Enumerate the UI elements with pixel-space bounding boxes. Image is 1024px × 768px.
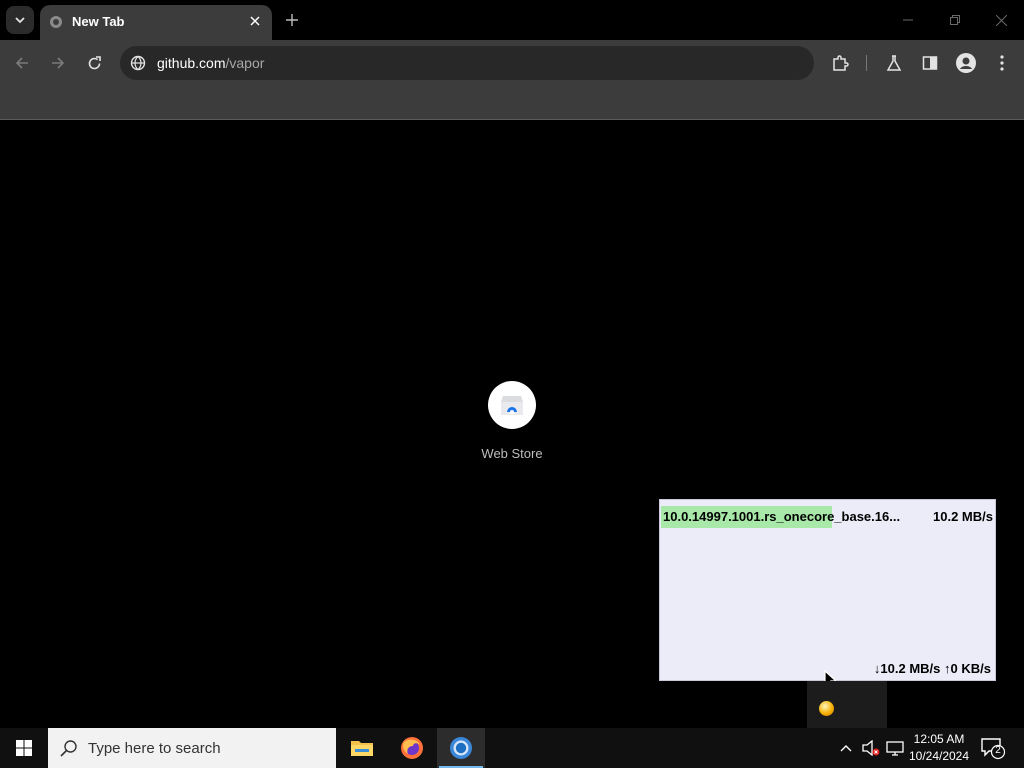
forward-button[interactable] bbox=[46, 51, 70, 75]
url-path: /vapor bbox=[225, 55, 265, 71]
search-placeholder: Type here to search bbox=[88, 739, 221, 757]
labs-button[interactable] bbox=[882, 51, 906, 75]
url-text: github.com/vapor bbox=[157, 55, 264, 71]
taskbar-clock[interactable]: 12:05 AM 10/24/2024 bbox=[904, 731, 974, 765]
arrow-right-icon bbox=[52, 57, 65, 69]
notification-icon bbox=[981, 738, 1006, 760]
address-bar[interactable]: github.com/vapor bbox=[120, 46, 814, 80]
minimize-button[interactable] bbox=[896, 8, 920, 32]
network-button[interactable] bbox=[885, 738, 905, 758]
site-info-icon[interactable] bbox=[130, 55, 146, 71]
taskbar: Type here to search 12:05 AM 10/24/2024 … bbox=[0, 728, 1024, 768]
url-host: github.com bbox=[157, 55, 226, 71]
windows-logo-icon bbox=[16, 740, 32, 756]
network-icon bbox=[886, 741, 904, 756]
show-hidden-icons-button[interactable] bbox=[836, 738, 856, 758]
flask-icon bbox=[886, 55, 902, 71]
taskbar-search-box[interactable]: Type here to search bbox=[48, 728, 336, 768]
firefox-icon bbox=[401, 737, 423, 759]
taskbar-file-explorer[interactable] bbox=[338, 728, 386, 768]
menu-button[interactable] bbox=[990, 51, 1014, 75]
speed-summary: ↓10.2 MB/s ↑0 KB/s bbox=[874, 661, 991, 676]
minimize-icon bbox=[903, 19, 913, 21]
tray-overflow-flyout bbox=[807, 681, 887, 728]
tab-new-tab[interactable]: New Tab bbox=[40, 5, 272, 40]
restore-button[interactable] bbox=[943, 8, 967, 32]
folder-icon bbox=[351, 741, 373, 756]
arrow-left-icon bbox=[15, 57, 28, 69]
new-tab-button[interactable] bbox=[282, 10, 302, 30]
bookmarks-bar bbox=[0, 86, 1024, 120]
tab-close-button[interactable] bbox=[246, 12, 264, 30]
close-icon bbox=[250, 16, 260, 26]
clock-date: 10/24/2024 bbox=[908, 749, 970, 763]
search-icon bbox=[60, 740, 77, 757]
profile-button[interactable] bbox=[954, 51, 978, 75]
plus-icon bbox=[286, 14, 298, 26]
web-store-icon bbox=[501, 396, 523, 415]
action-center-button[interactable]: 2 bbox=[980, 736, 1006, 760]
restore-icon bbox=[950, 15, 960, 25]
download-speed: ↓10.2 MB/s bbox=[873, 661, 941, 676]
extensions-button[interactable] bbox=[828, 51, 852, 75]
side-panel-button[interactable] bbox=[918, 51, 942, 75]
volume-muted-icon bbox=[862, 740, 880, 756]
network-monitor-popup: 10.0.14997.1001.rs_onecore_base.16... 10… bbox=[659, 499, 996, 681]
reload-icon bbox=[88, 55, 101, 69]
tab-title: New Tab bbox=[72, 14, 125, 29]
chrome-icon bbox=[450, 737, 472, 759]
taskbar-firefox[interactable] bbox=[388, 728, 436, 768]
shortcut-icon-circle bbox=[488, 381, 536, 429]
clock-time: 12:05 AM bbox=[913, 732, 965, 746]
shortcut-label: Web Store bbox=[481, 446, 543, 461]
download-row: 10.0.14997.1001.rs_onecore_base.16... 10… bbox=[663, 509, 993, 524]
puzzle-icon bbox=[833, 55, 849, 71]
more-vertical-icon bbox=[1000, 55, 1004, 71]
avatar-icon bbox=[956, 53, 976, 73]
chevron-up-icon bbox=[840, 745, 852, 752]
shortcut-web-store[interactable]: Web Store bbox=[472, 381, 552, 461]
toolbar-divider bbox=[866, 55, 867, 71]
chevron-down-icon bbox=[15, 17, 25, 24]
browser-toolbar: github.com/vapor bbox=[0, 40, 1024, 86]
download-item-name: 10.0.14997.1001.rs_onecore_base.16... bbox=[663, 509, 901, 524]
upload-speed: ↑0 KB/s bbox=[944, 661, 991, 676]
close-icon bbox=[995, 14, 1007, 26]
back-button[interactable] bbox=[10, 51, 34, 75]
close-window-button[interactable] bbox=[989, 8, 1013, 32]
globe-icon bbox=[50, 16, 62, 28]
tray-app-icon[interactable] bbox=[819, 701, 834, 716]
tab-search-button[interactable] bbox=[6, 6, 34, 34]
volume-button[interactable] bbox=[861, 738, 881, 758]
notification-count: 2 bbox=[995, 745, 1001, 756]
side-panel-icon bbox=[922, 56, 938, 70]
taskbar-chrome[interactable] bbox=[437, 728, 485, 768]
download-item-rate: 10.2 MB/s bbox=[933, 509, 993, 524]
reload-button[interactable] bbox=[82, 51, 106, 75]
tab-strip: New Tab bbox=[0, 0, 1024, 40]
start-button[interactable] bbox=[0, 728, 48, 768]
